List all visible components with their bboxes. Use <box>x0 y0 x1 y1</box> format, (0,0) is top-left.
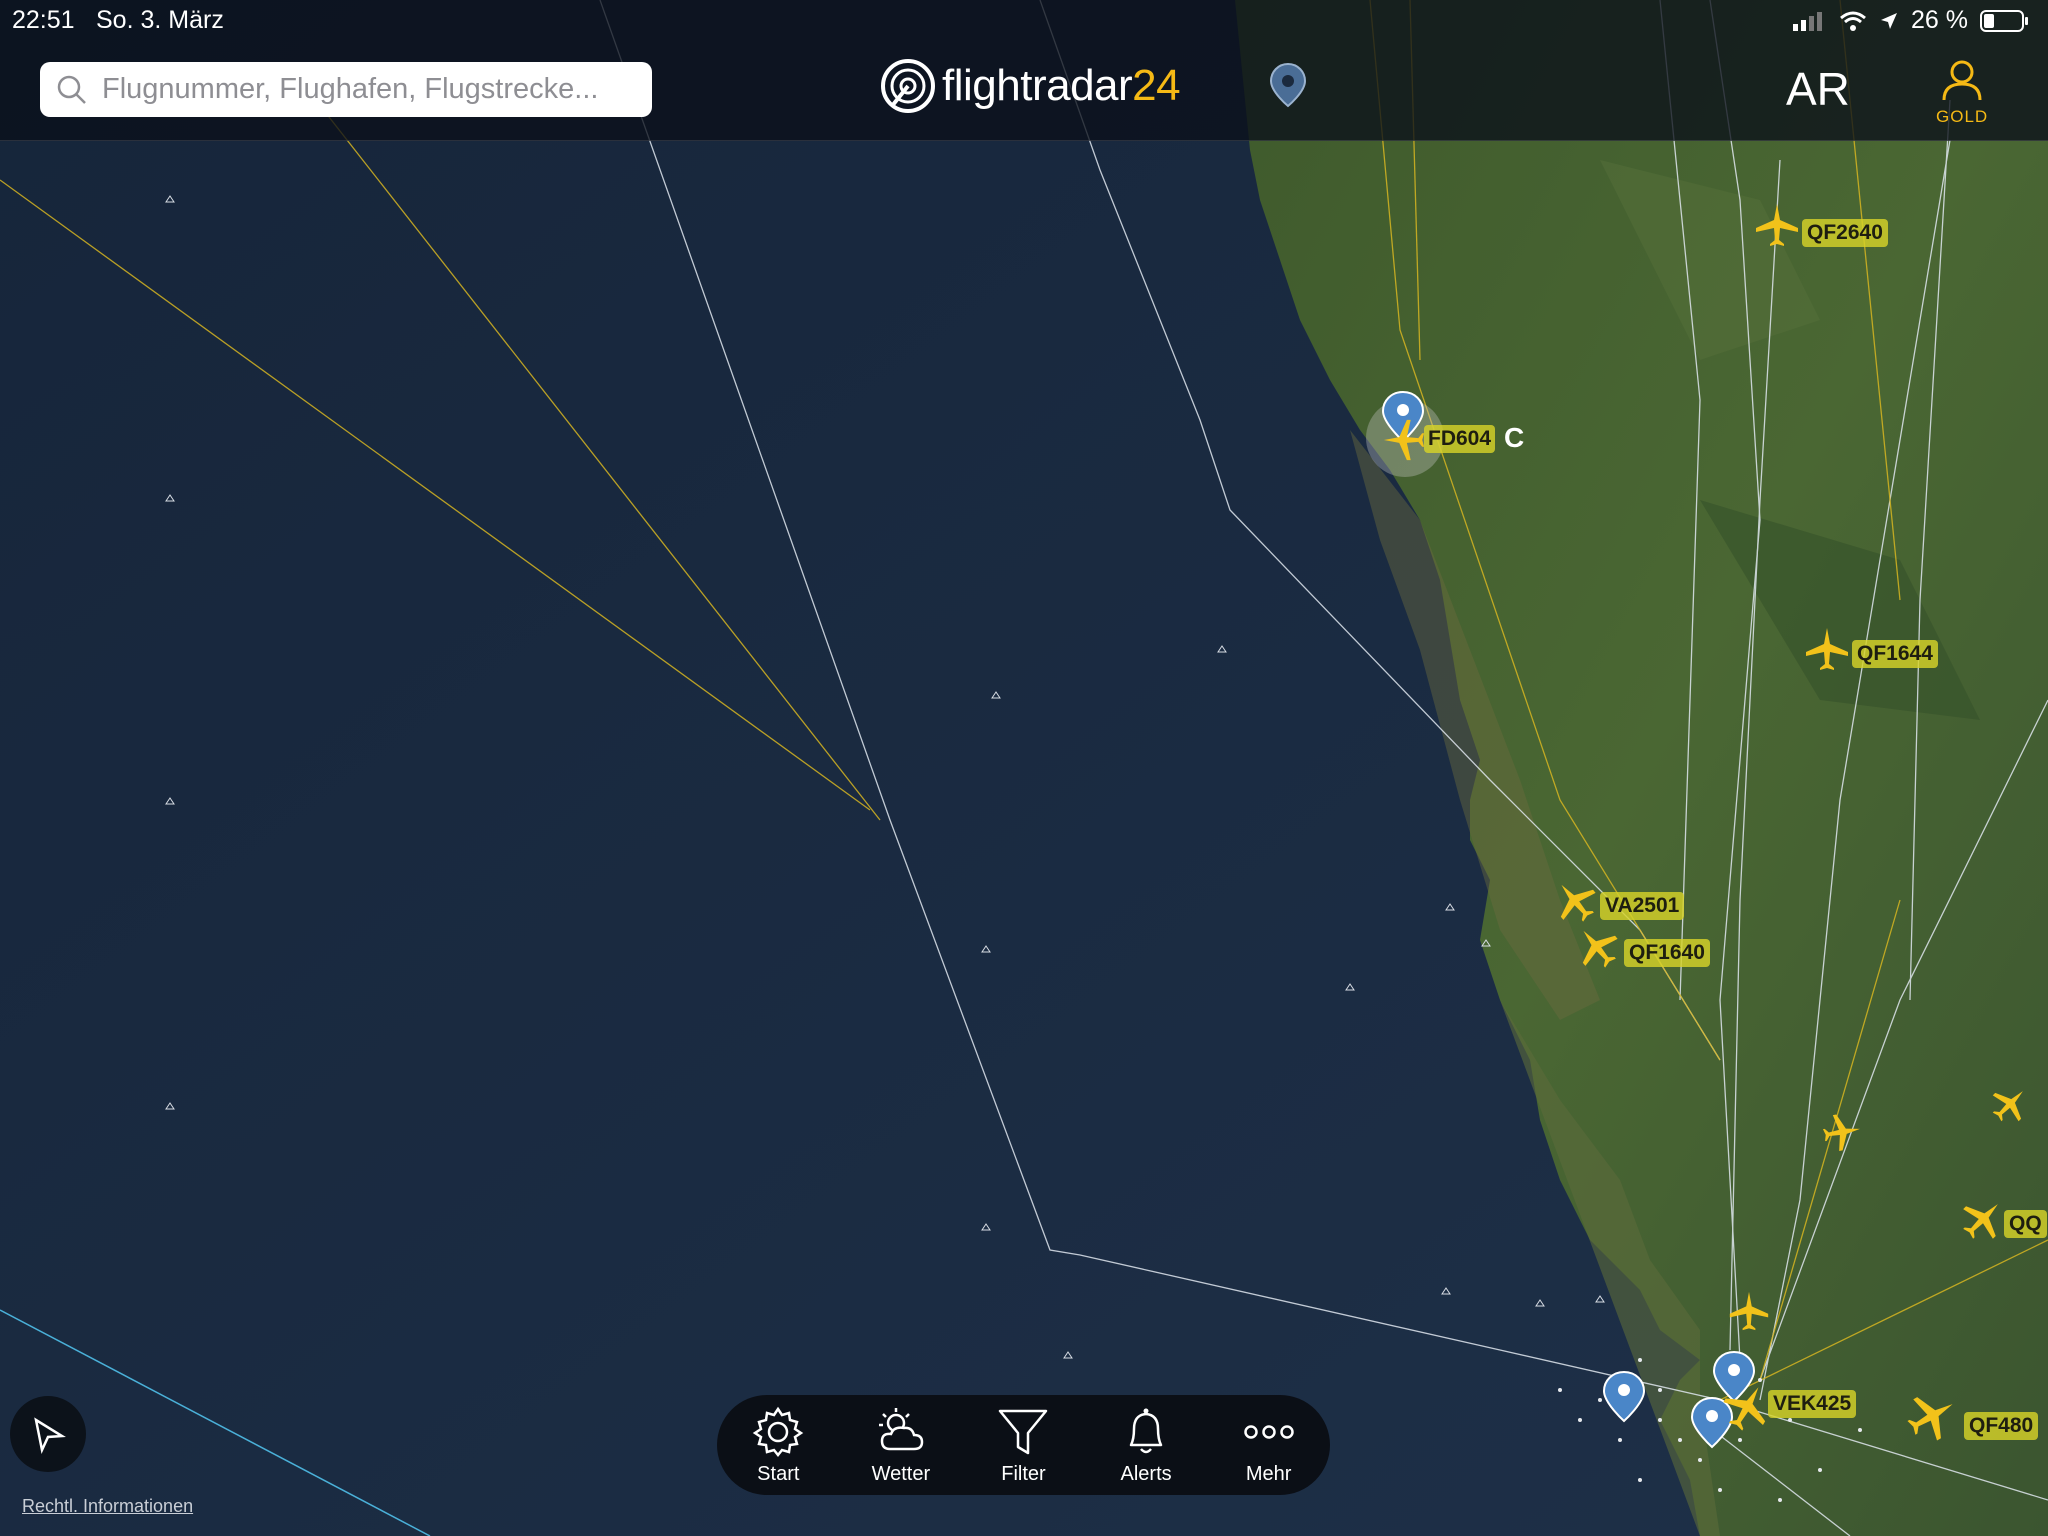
airport-toggle-button[interactable] <box>1268 62 1308 113</box>
airplane-icon[interactable] <box>1754 202 1800 248</box>
battery-percent: 26 % <box>1911 6 1968 34</box>
flight-label[interactable]: VA2501 <box>1600 892 1685 920</box>
location-arrow-icon <box>1881 12 1898 29</box>
airplane-icon[interactable] <box>1728 1290 1770 1332</box>
app-logo: flightradar 24 <box>880 58 1181 114</box>
flight-label[interactable]: QF1640 <box>1624 939 1710 967</box>
search-placeholder: Flugnummer, Flughafen, Flugstrecke... <box>102 73 599 105</box>
tab-weather-label: Wetter <box>871 1462 931 1485</box>
flight-label[interactable]: VEK425 <box>1768 1390 1857 1418</box>
tab-filter-label: Filter <box>1001 1462 1046 1485</box>
radar-logo-icon <box>881 59 935 113</box>
battery-icon <box>1980 9 2028 32</box>
flight-label[interactable]: QF2640 <box>1802 219 1888 247</box>
legal-info-link[interactable]: Rechtl. Informationen <box>22 1496 193 1517</box>
bell-icon <box>1129 1408 1163 1453</box>
tab-filter[interactable]: Filter <box>968 1405 1078 1486</box>
filter-icon <box>999 1409 1048 1454</box>
status-time: 22:51 <box>12 6 75 34</box>
bottom-tab-bar: Start Wetter Filter Alerts Mehr <box>717 1395 1330 1495</box>
airplane-icon[interactable] <box>1722 1382 1772 1432</box>
tab-start[interactable]: Start <box>723 1405 833 1486</box>
tab-alerts[interactable]: Alerts <box>1091 1405 1201 1486</box>
ar-button[interactable]: AR <box>1786 62 1850 116</box>
airplane-icon[interactable] <box>1960 1196 2006 1242</box>
airplane-icon[interactable] <box>1804 626 1850 672</box>
flight-label[interactable]: QQ <box>2004 1210 2047 1238</box>
user-icon <box>1942 60 1982 101</box>
status-right: 26 % <box>1793 6 2028 35</box>
more-icon <box>1243 1424 1294 1439</box>
status-date: So. 3. März <box>96 6 224 34</box>
gear-icon <box>753 1406 804 1457</box>
locate-me-button[interactable] <box>10 1396 86 1472</box>
logo-text: flightradar <box>942 61 1133 110</box>
gold-account-button[interactable]: GOLD <box>1936 58 1988 127</box>
airplane-icon[interactable] <box>1822 1112 1862 1152</box>
signal-icon <box>1793 11 1823 31</box>
tab-weather[interactable]: Wetter <box>846 1405 956 1486</box>
airplane-icon[interactable] <box>1574 924 1620 970</box>
flight-label[interactable]: QF1644 <box>1852 640 1938 668</box>
weather-icon <box>878 1407 924 1450</box>
airplane-icon[interactable] <box>1990 1084 2030 1124</box>
selected-flight-label[interactable]: FD604 <box>1424 425 1496 453</box>
selected-airplane-icon[interactable] <box>1382 418 1426 462</box>
location-arrow-icon <box>34 1417 66 1454</box>
tab-more-label: Mehr <box>1245 1462 1292 1485</box>
tab-start-label: Start <box>757 1462 800 1485</box>
airplane-icon[interactable] <box>1906 1390 1958 1442</box>
search-icon <box>57 75 86 104</box>
gold-label: GOLD <box>1936 107 1989 126</box>
logo-number: 24 <box>1132 61 1181 110</box>
flight-label[interactable]: QF480 <box>1964 1412 2039 1440</box>
selected-flight-suffix: C <box>1504 422 1525 453</box>
tab-alerts-label: Alerts <box>1120 1462 1172 1485</box>
wifi-icon <box>1840 11 1866 31</box>
search-input[interactable]: Flugnummer, Flughafen, Flugstrecke... <box>40 62 652 117</box>
airplane-icon[interactable] <box>1552 878 1598 924</box>
tab-more[interactable]: Mehr <box>1214 1405 1324 1486</box>
status-bar: 22:51 So. 3. März 26 % <box>0 0 2048 40</box>
map-pin-icon <box>1269 62 1307 108</box>
